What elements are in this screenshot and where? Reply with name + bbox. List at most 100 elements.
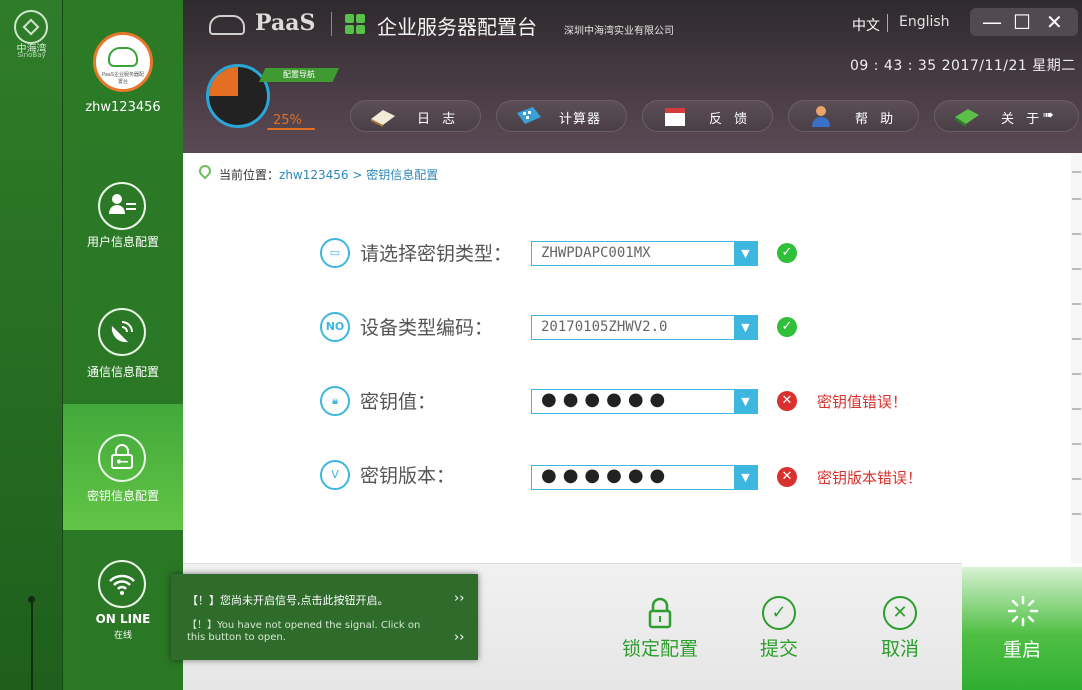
lang-zh-button[interactable]: 中文 bbox=[852, 15, 880, 35]
nav-help-button[interactable]: 帮 助 bbox=[788, 100, 919, 132]
header: PaaS 企业服务器配置台 深圳中海湾实业有限公司 中文 English — ☐… bbox=[183, 0, 1082, 153]
chevron-down-icon[interactable]: ▼ bbox=[734, 390, 757, 413]
close-circle-icon: ✕ bbox=[883, 596, 917, 630]
nav-log-button[interactable]: 日 志 bbox=[350, 100, 481, 132]
chevron-down-icon[interactable]: ▼ bbox=[734, 466, 757, 489]
masked-value: ●●●●●● bbox=[541, 389, 672, 410]
sidebar-item-label: 密钥信息配置 bbox=[86, 489, 159, 503]
left-rail: 中海湾 SinoBay bbox=[0, 0, 63, 690]
submit-button[interactable]: ✓ 提交 bbox=[729, 594, 829, 664]
cloud-icon bbox=[108, 47, 138, 67]
field-label: 密钥版本： bbox=[360, 465, 456, 487]
close-button[interactable]: ✕ bbox=[1046, 10, 1063, 34]
signal-notification[interactable]: 【！】您尚未开启信号,点击此按钮开启。 ›› 【！】You have not o… bbox=[171, 574, 478, 660]
username: zhw123456 bbox=[85, 100, 161, 115]
nav-calculator-button[interactable]: 计算器 bbox=[496, 100, 627, 132]
book-icon bbox=[369, 105, 397, 127]
check-circle-icon: ✓ bbox=[762, 596, 796, 630]
chevron-down-icon[interactable]: ▼ bbox=[734, 242, 757, 265]
key-version-select[interactable]: ●●●●●● ▼ bbox=[531, 465, 758, 490]
company-logo bbox=[14, 10, 48, 44]
nav-label: 日 志 bbox=[417, 112, 460, 127]
nav-label: 关 于 bbox=[1001, 112, 1044, 127]
select-value: 20170105ZHWV2.0 bbox=[541, 319, 668, 335]
button-label: 取消 bbox=[880, 638, 919, 660]
chevron-down-icon[interactable]: ▼ bbox=[734, 316, 757, 339]
nav-label: 计算器 bbox=[559, 112, 602, 127]
grid-icon bbox=[345, 14, 365, 34]
cancel-button[interactable]: ✕ 取消 bbox=[850, 594, 950, 664]
error-message: 密钥版本错误！ bbox=[817, 469, 923, 487]
divider bbox=[887, 14, 888, 32]
avatar[interactable]: PaaS企业服务器配置台 bbox=[93, 32, 153, 92]
window-controls: — ☐ ✕ bbox=[970, 8, 1078, 36]
sidebar-item-label: 通信信息配置 bbox=[86, 365, 159, 379]
nav-about-button[interactable]: 关 于 ➠ bbox=[934, 100, 1079, 132]
brand-logo: PaaS bbox=[255, 10, 316, 36]
spinner-icon bbox=[1007, 595, 1039, 627]
person-help-icon bbox=[807, 105, 835, 127]
sidebar-item-comm-info[interactable]: 通信信息配置 bbox=[63, 278, 183, 404]
breadcrumb-separator: > bbox=[348, 168, 367, 182]
chevron-right-icon[interactable]: ›› bbox=[454, 630, 464, 645]
progress-tag: 配置导航 bbox=[259, 68, 339, 82]
progress-gauge bbox=[206, 64, 270, 128]
maximize-button[interactable]: ☐ bbox=[1013, 10, 1031, 34]
sidebar-item-user-info[interactable]: 用户信息配置 bbox=[63, 150, 183, 276]
user-card-icon bbox=[98, 182, 146, 230]
version-icon: V bbox=[320, 460, 350, 490]
wifi-icon bbox=[98, 560, 146, 608]
notification-text-en: 【！】You have not opened the signal. Click… bbox=[187, 620, 421, 643]
satellite-dish-icon bbox=[98, 308, 146, 356]
clock: 09 : 43 : 35 2017/11/21 星期二 bbox=[850, 58, 1076, 74]
button-label: 提交 bbox=[759, 638, 798, 660]
lock-icon bbox=[643, 596, 677, 630]
online-sublabel: 在线 bbox=[113, 631, 132, 641]
minimize-button[interactable]: — bbox=[982, 10, 1002, 34]
sidebar: PaaS企业服务器配置台 zhw123456 用户信息配置 通信信息配置 密钥信… bbox=[63, 0, 183, 690]
progress-fill bbox=[209, 67, 238, 96]
cloud-icon bbox=[209, 15, 245, 35]
online-label: ON LINE bbox=[95, 612, 151, 626]
calculator-icon bbox=[515, 105, 543, 127]
breadcrumb-user-link[interactable]: zhw123456 bbox=[279, 168, 349, 182]
breadcrumb-current: 密钥信息配置 bbox=[366, 168, 439, 182]
masked-value: ●●●●●● bbox=[541, 465, 672, 486]
scrollbar[interactable] bbox=[1071, 153, 1082, 563]
rail-line bbox=[31, 598, 33, 690]
check-icon: ✓ bbox=[777, 317, 797, 337]
info-book-icon bbox=[953, 105, 981, 127]
field-label: 设备类型编码： bbox=[360, 317, 494, 339]
device-code-select[interactable]: 20170105ZHWV2.0 ▼ bbox=[531, 315, 758, 340]
calendar-icon bbox=[661, 105, 689, 127]
lock-key-icon bbox=[98, 434, 146, 482]
button-label: 重启 bbox=[1002, 639, 1041, 661]
restart-button[interactable]: 重启 bbox=[962, 567, 1082, 690]
app-title: 企业服务器配置台 bbox=[377, 15, 537, 39]
progress-percent: 25% bbox=[273, 113, 302, 128]
company-name: 深圳中海湾实业有限公司 bbox=[564, 26, 674, 37]
padlock-icon: 🔒︎ bbox=[320, 386, 350, 416]
key-value-select[interactable]: ●●●●●● ▼ bbox=[531, 389, 758, 414]
key-type-select[interactable]: ZHWPDAPC001MX ▼ bbox=[531, 241, 758, 266]
online-toggle[interactable] bbox=[63, 530, 183, 690]
arrow-right-icon: ➠ bbox=[1043, 108, 1054, 123]
main-panel bbox=[183, 153, 1071, 563]
sidebar-item-key-info[interactable]: 密钥信息配置 bbox=[63, 404, 183, 530]
breadcrumb-prefix: 当前位置： bbox=[219, 168, 280, 182]
select-value: ZHWPDAPC001MX bbox=[541, 245, 651, 261]
error-message: 密钥值错误！ bbox=[817, 393, 908, 411]
company-logo-sub: SinoBay bbox=[17, 51, 46, 59]
monitor-icon: ▭ bbox=[320, 238, 350, 268]
lock-config-button[interactable]: 锁定配置 bbox=[610, 594, 710, 664]
avatar-caption: PaaS企业服务器配置台 bbox=[101, 72, 145, 85]
field-label: 密钥值： bbox=[360, 391, 437, 413]
sidebar-item-label: 用户信息配置 bbox=[86, 235, 159, 249]
notification-text-zh: 【！】您尚未开启信号,点击此按钮开启。 bbox=[187, 594, 389, 607]
lang-en-button[interactable]: English bbox=[899, 14, 950, 30]
nav-feedback-button[interactable]: 反 馈 bbox=[642, 100, 773, 132]
no-icon: NO bbox=[320, 312, 350, 342]
chevron-right-icon[interactable]: ›› bbox=[454, 591, 464, 606]
button-label: 锁定配置 bbox=[621, 638, 698, 660]
divider bbox=[331, 12, 332, 36]
